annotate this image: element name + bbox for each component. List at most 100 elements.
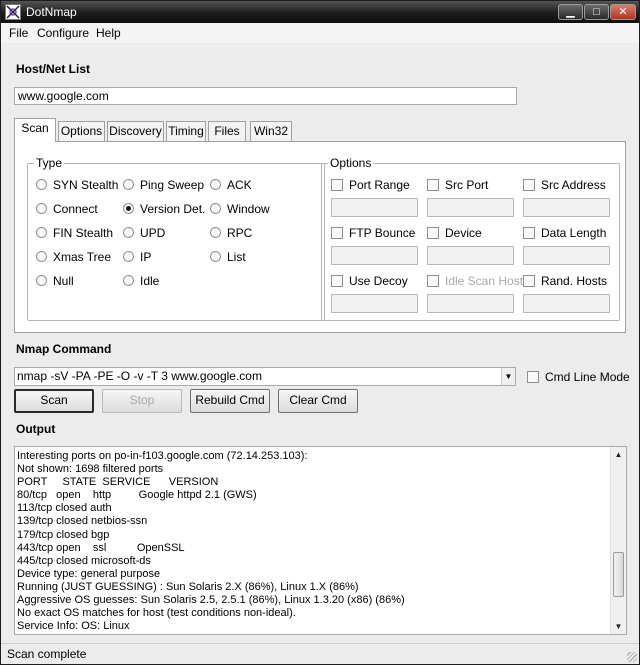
tab-discovery[interactable]: Discovery: [107, 121, 164, 141]
chevron-down-icon[interactable]: ▼: [501, 368, 515, 385]
clear-cmd-button[interactable]: Clear Cmd: [278, 389, 358, 413]
checkbox[interactable]: [427, 227, 439, 239]
output-text: Interesting ports on po-in-f103.google.c…: [17, 450, 608, 633]
output-line: 443/tcp open ssl OpenSSL: [17, 541, 185, 554]
checkbox[interactable]: [331, 179, 343, 191]
radio-xmas-tree[interactable]: Xmas Tree: [36, 250, 111, 264]
host-input[interactable]: www.google.com: [14, 87, 517, 105]
scroll-down-icon[interactable]: ▼: [611, 619, 626, 634]
checkbox-label: Port Range: [349, 178, 410, 192]
output-line: 445/tcp closed microsoft-ds: [17, 554, 151, 567]
checkbox[interactable]: [523, 179, 535, 191]
rand-hosts-input[interactable]: [523, 294, 610, 313]
radio-button[interactable]: [210, 179, 221, 190]
radio-ip[interactable]: IP: [123, 250, 151, 264]
checkbox[interactable]: [523, 227, 535, 239]
radio-version-det[interactable]: Version Det.: [123, 202, 205, 216]
radio-label: Window: [227, 202, 270, 216]
radio-list[interactable]: List: [210, 250, 246, 264]
scan-button[interactable]: Scan: [14, 389, 94, 413]
check-data-length[interactable]: Data Length: [523, 226, 606, 240]
check-src-address[interactable]: Src Address: [523, 178, 606, 192]
scan-tab-panel: Type SYN Stealth Ping Sweep ACK Connect …: [14, 141, 626, 333]
radio-rpc[interactable]: RPC: [210, 226, 252, 240]
radio-button[interactable]: [123, 227, 134, 238]
src-port-input[interactable]: [427, 198, 514, 217]
radio-null[interactable]: Null: [36, 274, 74, 288]
radio-button[interactable]: [210, 227, 221, 238]
checkbox[interactable]: [527, 371, 539, 383]
check-device[interactable]: Device: [427, 226, 482, 240]
nmap-command-label: Nmap Command: [16, 342, 112, 356]
radio-connect[interactable]: Connect: [36, 202, 98, 216]
checkbox-label: Use Decoy: [349, 274, 408, 288]
radio-label: FIN Stealth: [53, 226, 114, 240]
radio-button[interactable]: [36, 227, 47, 238]
radio-button[interactable]: [36, 275, 47, 286]
rebuild-cmd-button[interactable]: Rebuild Cmd: [190, 389, 270, 413]
radio-button[interactable]: [123, 179, 134, 190]
command-combo[interactable]: nmap -sV -PA -PE -O -v -T 3 www.google.c…: [14, 367, 516, 386]
radio-label: Connect: [53, 202, 98, 216]
output-textarea[interactable]: Interesting ports on po-in-f103.google.c…: [14, 446, 627, 635]
menu-file[interactable]: File: [9, 26, 28, 40]
radio-fin-stealth[interactable]: FIN Stealth: [36, 226, 113, 240]
src-address-input[interactable]: [523, 198, 610, 217]
output-line: Running (JUST GUESSING) : Sun Solaris 2.…: [17, 580, 359, 593]
check-src-port[interactable]: Src Port: [427, 178, 488, 192]
scroll-thumb[interactable]: [613, 552, 624, 597]
tab-timing[interactable]: Timing: [166, 121, 206, 141]
tab-scan[interactable]: Scan: [14, 118, 56, 142]
check-port-range[interactable]: Port Range: [331, 178, 410, 192]
radio-label: Null: [53, 274, 74, 288]
checkbox[interactable]: [331, 275, 343, 287]
radio-ping-sweep[interactable]: Ping Sweep: [123, 178, 204, 192]
radio-label: ACK: [227, 178, 252, 192]
radio-button[interactable]: [36, 203, 47, 214]
radio-upd[interactable]: UPD: [123, 226, 165, 240]
checkbox-label: Data Length: [541, 226, 607, 240]
check-cmd-line-mode[interactable]: Cmd Line Mode: [527, 370, 630, 384]
radio-button[interactable]: [123, 275, 134, 286]
output-scrollbar[interactable]: ▲ ▼: [610, 447, 626, 634]
output-line: Service Info: OS: Linux: [17, 620, 130, 633]
output-line: Device type: general purpose: [17, 567, 161, 580]
radio-button[interactable]: [36, 251, 47, 262]
use-decoy-input[interactable]: [331, 294, 418, 313]
resize-grip-icon[interactable]: [627, 652, 637, 662]
title-bar[interactable]: DotNmap ▁ □ ✕: [1, 1, 639, 23]
radio-label: Xmas Tree: [53, 250, 112, 264]
close-button[interactable]: ✕: [610, 4, 636, 20]
app-window: DotNmap ▁ □ ✕ File Configure Help Host/N…: [0, 0, 640, 665]
check-use-decoy[interactable]: Use Decoy: [331, 274, 408, 288]
scroll-up-icon[interactable]: ▲: [611, 447, 626, 462]
tab-options[interactable]: Options: [58, 121, 105, 141]
check-rand-hosts[interactable]: Rand. Hosts: [523, 274, 607, 288]
checkbox[interactable]: [427, 179, 439, 191]
checkbox[interactable]: [331, 227, 343, 239]
tab-files[interactable]: Files: [208, 121, 246, 141]
ftp-bounce-input[interactable]: [331, 246, 418, 265]
radio-button[interactable]: [123, 251, 134, 262]
radio-label: List: [227, 250, 246, 264]
maximize-button[interactable]: □: [584, 4, 609, 20]
menu-help[interactable]: Help: [96, 26, 121, 40]
stop-button: Stop: [102, 389, 182, 413]
radio-button[interactable]: [36, 179, 47, 190]
radio-button[interactable]: [210, 251, 221, 262]
device-input[interactable]: [427, 246, 514, 265]
radio-ack[interactable]: ACK: [210, 178, 252, 192]
minimize-icon: ▁: [566, 6, 575, 18]
radio-window[interactable]: Window: [210, 202, 270, 216]
port-range-input[interactable]: [331, 198, 418, 217]
radio-syn-stealth[interactable]: SYN Stealth: [36, 178, 118, 192]
check-ftp-bounce[interactable]: FTP Bounce: [331, 226, 415, 240]
radio-idle[interactable]: Idle: [123, 274, 159, 288]
menu-configure[interactable]: Configure: [37, 26, 89, 40]
tab-win32[interactable]: Win32: [250, 121, 292, 141]
minimize-button[interactable]: ▁: [558, 4, 583, 20]
data-length-input[interactable]: [523, 246, 610, 265]
radio-button[interactable]: [210, 203, 221, 214]
checkbox[interactable]: [523, 275, 535, 287]
radio-button-selected[interactable]: [123, 203, 134, 214]
